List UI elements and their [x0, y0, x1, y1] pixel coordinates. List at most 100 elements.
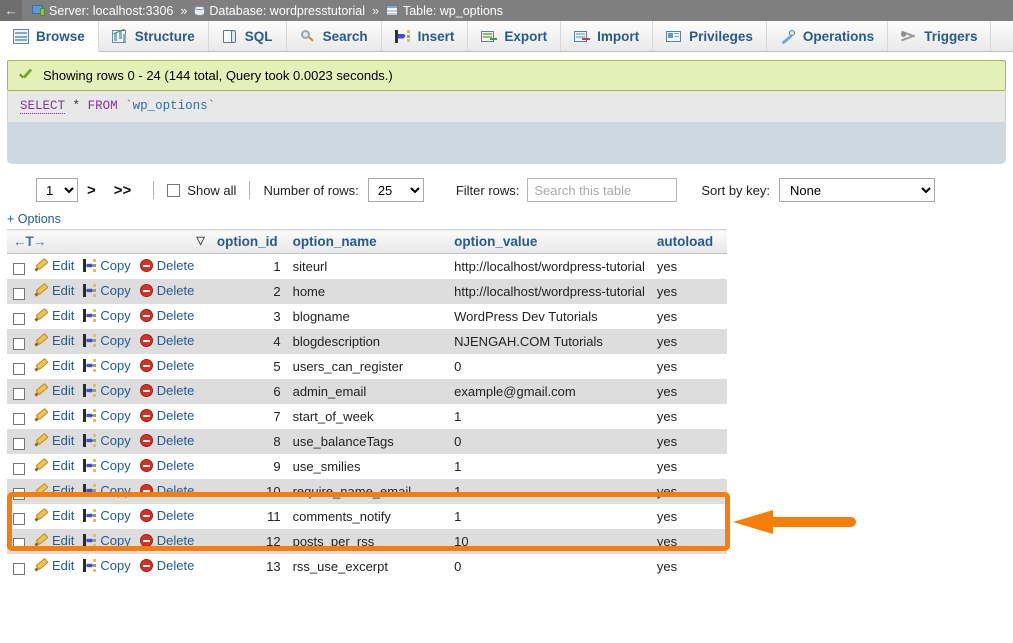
delete-link[interactable]: Delete — [157, 533, 195, 548]
edit-action[interactable]: Edit — [35, 408, 74, 423]
delete-link[interactable]: Delete — [157, 333, 195, 348]
copy-action[interactable]: Copy — [83, 558, 130, 573]
edit-action[interactable]: Edit — [35, 308, 74, 323]
delete-action[interactable]: Delete — [140, 283, 195, 298]
edit-action[interactable]: Edit — [35, 508, 74, 523]
copy-action[interactable]: Copy — [83, 258, 130, 273]
copy-link[interactable]: Copy — [100, 483, 130, 498]
table-row[interactable]: EditCopyDelete3blognameWordPress Dev Tut… — [7, 304, 727, 329]
page-number-select[interactable]: 1 — [36, 178, 78, 202]
breadcrumb-server[interactable]: Server: localhost:3306 — [49, 4, 173, 18]
table-row[interactable]: EditCopyDelete13rss_use_excerpt0yes — [7, 554, 727, 579]
edit-link[interactable]: Edit — [52, 533, 74, 548]
header-autoload[interactable]: autoload — [651, 230, 727, 254]
copy-action[interactable]: Copy — [83, 283, 130, 298]
delete-link[interactable]: Delete — [157, 308, 195, 323]
row-select-checkbox[interactable] — [13, 338, 25, 350]
tab-triggers[interactable]: Triggers — [888, 21, 991, 51]
delete-link[interactable]: Delete — [157, 508, 195, 523]
copy-link[interactable]: Copy — [100, 458, 130, 473]
header-option-name[interactable]: option_name — [287, 230, 449, 254]
sort-order-icon[interactable]: ▽ — [196, 234, 204, 247]
copy-link[interactable]: Copy — [100, 358, 130, 373]
delete-action[interactable]: Delete — [140, 258, 195, 273]
last-page-button[interactable]: >> — [105, 182, 141, 199]
row-select-checkbox[interactable] — [13, 388, 25, 400]
row-select-checkbox[interactable] — [13, 288, 25, 300]
header-option-id[interactable]: option_id — [211, 230, 287, 254]
show-all-checkbox[interactable] — [167, 184, 180, 197]
copy-link[interactable]: Copy — [100, 558, 130, 573]
copy-action[interactable]: Copy — [83, 458, 130, 473]
tab-structure[interactable]: Structure — [99, 21, 209, 51]
copy-link[interactable]: Copy — [100, 508, 130, 523]
tab-search[interactable]: Search — [287, 21, 382, 51]
next-page-button[interactable]: > — [78, 182, 105, 199]
table-row[interactable]: EditCopyDelete10require_name_email1yes — [7, 479, 727, 504]
delete-action[interactable]: Delete — [140, 383, 195, 398]
copy-action[interactable]: Copy — [83, 533, 130, 548]
tab-insert[interactable]: Insert — [382, 21, 469, 51]
edit-action[interactable]: Edit — [35, 433, 74, 448]
edit-link[interactable]: Edit — [52, 558, 74, 573]
delete-action[interactable]: Delete — [140, 358, 195, 373]
breadcrumb-table[interactable]: Table: wp_options — [403, 4, 503, 18]
edit-link[interactable]: Edit — [52, 383, 74, 398]
sort-by-key-select[interactable]: None — [779, 178, 935, 202]
copy-action[interactable]: Copy — [83, 433, 130, 448]
edit-action[interactable]: Edit — [35, 333, 74, 348]
delete-action[interactable]: Delete — [140, 508, 195, 523]
row-select-checkbox[interactable] — [13, 463, 25, 475]
delete-link[interactable]: Delete — [157, 558, 195, 573]
edit-action[interactable]: Edit — [35, 558, 74, 573]
copy-action[interactable]: Copy — [83, 333, 130, 348]
tab-import[interactable]: Import — [561, 21, 653, 51]
delete-action[interactable]: Delete — [140, 333, 195, 348]
delete-action[interactable]: Delete — [140, 533, 195, 548]
table-row[interactable]: EditCopyDelete9use_smilies1yes — [7, 454, 727, 479]
delete-link[interactable]: Delete — [157, 458, 195, 473]
table-row[interactable]: EditCopyDelete11comments_notify1yes — [7, 504, 727, 529]
column-nav-icon[interactable]: ←T→ — [13, 234, 45, 249]
tab-privileges[interactable]: Privileges — [653, 21, 767, 51]
delete-link[interactable]: Delete — [157, 283, 195, 298]
back-arrow-icon[interactable]: ← — [0, 0, 22, 21]
delete-action[interactable]: Delete — [140, 308, 195, 323]
copy-action[interactable]: Copy — [83, 508, 130, 523]
copy-link[interactable]: Copy — [100, 308, 130, 323]
edit-action[interactable]: Edit — [35, 458, 74, 473]
copy-action[interactable]: Copy — [83, 308, 130, 323]
tab-operations[interactable]: Operations — [767, 21, 888, 51]
edit-action[interactable]: Edit — [35, 533, 74, 548]
row-select-checkbox[interactable] — [13, 538, 25, 550]
delete-link[interactable]: Delete — [157, 433, 195, 448]
edit-action[interactable]: Edit — [35, 483, 74, 498]
breadcrumb-database[interactable]: Database: wordpresstutorial — [209, 4, 365, 18]
copy-action[interactable]: Copy — [83, 483, 130, 498]
row-select-checkbox[interactable] — [13, 263, 25, 275]
copy-link[interactable]: Copy — [100, 433, 130, 448]
delete-action[interactable]: Delete — [140, 458, 195, 473]
copy-link[interactable]: Copy — [100, 283, 130, 298]
options-toggle-link[interactable]: + Options — [0, 202, 1013, 229]
copy-link[interactable]: Copy — [100, 333, 130, 348]
row-select-checkbox[interactable] — [13, 563, 25, 575]
copy-action[interactable]: Copy — [83, 408, 130, 423]
row-select-checkbox[interactable] — [13, 413, 25, 425]
edit-action[interactable]: Edit — [35, 283, 74, 298]
tab-export[interactable]: Export — [468, 21, 561, 51]
table-row[interactable]: EditCopyDelete6admin_emailexample@gmail.… — [7, 379, 727, 404]
tab-browse[interactable]: Browse — [0, 21, 99, 52]
edit-link[interactable]: Edit — [52, 358, 74, 373]
copy-link[interactable]: Copy — [100, 533, 130, 548]
edit-link[interactable]: Edit — [52, 408, 74, 423]
row-select-checkbox[interactable] — [13, 438, 25, 450]
edit-link[interactable]: Edit — [52, 508, 74, 523]
filter-rows-input[interactable] — [527, 178, 677, 202]
delete-action[interactable]: Delete — [140, 483, 195, 498]
number-of-rows-select[interactable]: 25 — [368, 178, 424, 202]
delete-action[interactable]: Delete — [140, 558, 195, 573]
row-select-checkbox[interactable] — [13, 488, 25, 500]
copy-link[interactable]: Copy — [100, 408, 130, 423]
row-select-checkbox[interactable] — [13, 513, 25, 525]
